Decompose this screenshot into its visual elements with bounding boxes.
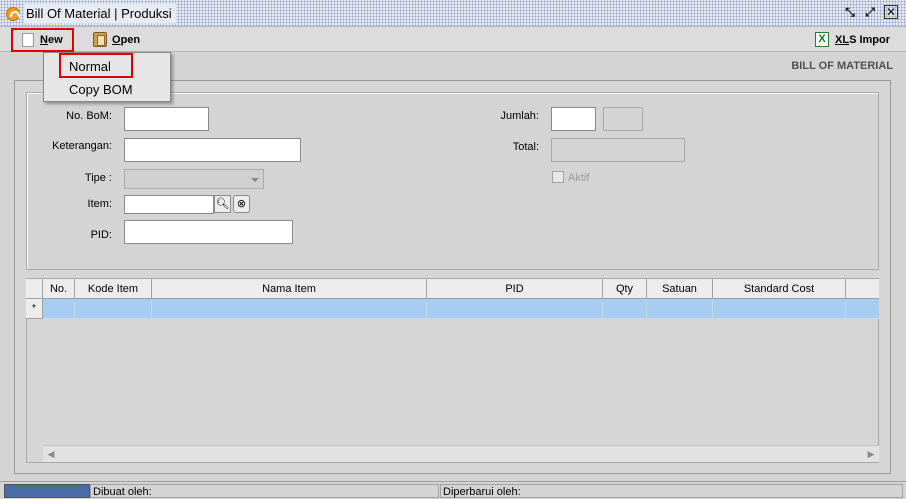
progress-indicator (4, 484, 90, 498)
normal-item-highlight (59, 53, 133, 78)
restore-icon[interactable]: ⤡ (842, 5, 858, 20)
column-header[interactable]: No. (43, 279, 75, 299)
new-button-highlight (11, 28, 74, 52)
total-label: Total: (512, 141, 539, 153)
search-icon[interactable]: 🔍︎ (214, 195, 231, 213)
app-icon (6, 7, 20, 21)
title-bar: Bill Of Material | Produksi ⤡ ⤢ ✕ (0, 0, 906, 27)
section-title: BILL OF MATERIAL (791, 60, 893, 72)
open-button-label: pen (120, 34, 141, 46)
column-header[interactable]: Kode Item (75, 279, 152, 299)
table-cell[interactable] (152, 299, 427, 319)
keterangan-input[interactable] (124, 138, 301, 162)
jumlah-label: Jumlah: (500, 110, 539, 122)
table-row[interactable] (26, 299, 879, 319)
column-header[interactable]: PID (427, 279, 603, 299)
tipe-label: Tipe : (84, 172, 112, 184)
no-bom-input[interactable] (124, 107, 209, 131)
column-header[interactable]: Satuan (647, 279, 713, 299)
aktif-label: Aktif (568, 172, 590, 184)
pid-input[interactable] (124, 220, 293, 244)
table-cell[interactable] (43, 299, 75, 319)
created-by-label: Dibuat oleh: (90, 484, 439, 498)
open-button[interactable]: Open (88, 30, 140, 50)
xls-import-mnemonic: XL (835, 34, 850, 46)
menu-item-copy-bom[interactable]: Copy BOM (44, 79, 170, 101)
grid-header: No. Kode Item Nama Item PID Qty Satuan S… (26, 279, 879, 299)
jumlah-input[interactable] (551, 107, 596, 131)
table-cell[interactable] (75, 299, 152, 319)
clear-icon[interactable]: ⊗ (233, 195, 250, 213)
aktif-checkbox[interactable] (552, 171, 564, 183)
grid-corner (26, 279, 43, 299)
column-header[interactable]: Qty (603, 279, 647, 299)
total-field (551, 138, 685, 162)
no-bom-label: No. BoM: (66, 110, 112, 122)
horizontal-scrollbar[interactable]: ◀ ▶ (43, 445, 879, 462)
xls-import-label: S Impor (849, 34, 891, 46)
column-header[interactable]: Nama Item (152, 279, 427, 299)
updated-by-label: Diperbarui oleh: (440, 484, 903, 498)
scroll-right-icon[interactable]: ▶ (864, 447, 878, 461)
pid-label: PID: (90, 229, 112, 241)
item-label: Item: (87, 198, 112, 210)
scroll-left-icon[interactable]: ◀ (44, 447, 58, 461)
jumlah-unit-field (603, 107, 643, 131)
table-cell[interactable] (603, 299, 647, 319)
close-icon[interactable]: ✕ (884, 5, 898, 19)
maximize-icon[interactable]: ⤢ (862, 5, 878, 20)
window-title: Bill Of Material | Produksi (24, 4, 176, 23)
keterangan-label: Keterangan: (52, 140, 112, 152)
table-cell[interactable] (713, 299, 846, 319)
open-button-mnemonic: O (112, 34, 121, 46)
column-header[interactable]: Standard Cost (713, 279, 846, 299)
xls-import-button[interactable]: XLS Impor (811, 30, 890, 50)
new-row-indicator: * (26, 299, 43, 319)
table-cell[interactable] (647, 299, 713, 319)
item-input[interactable] (124, 195, 214, 214)
tipe-select[interactable] (124, 169, 264, 189)
table-cell[interactable] (427, 299, 603, 319)
chevron-down-icon (251, 178, 259, 182)
status-bar: Dibuat oleh: Diperbarui oleh: (0, 481, 906, 499)
